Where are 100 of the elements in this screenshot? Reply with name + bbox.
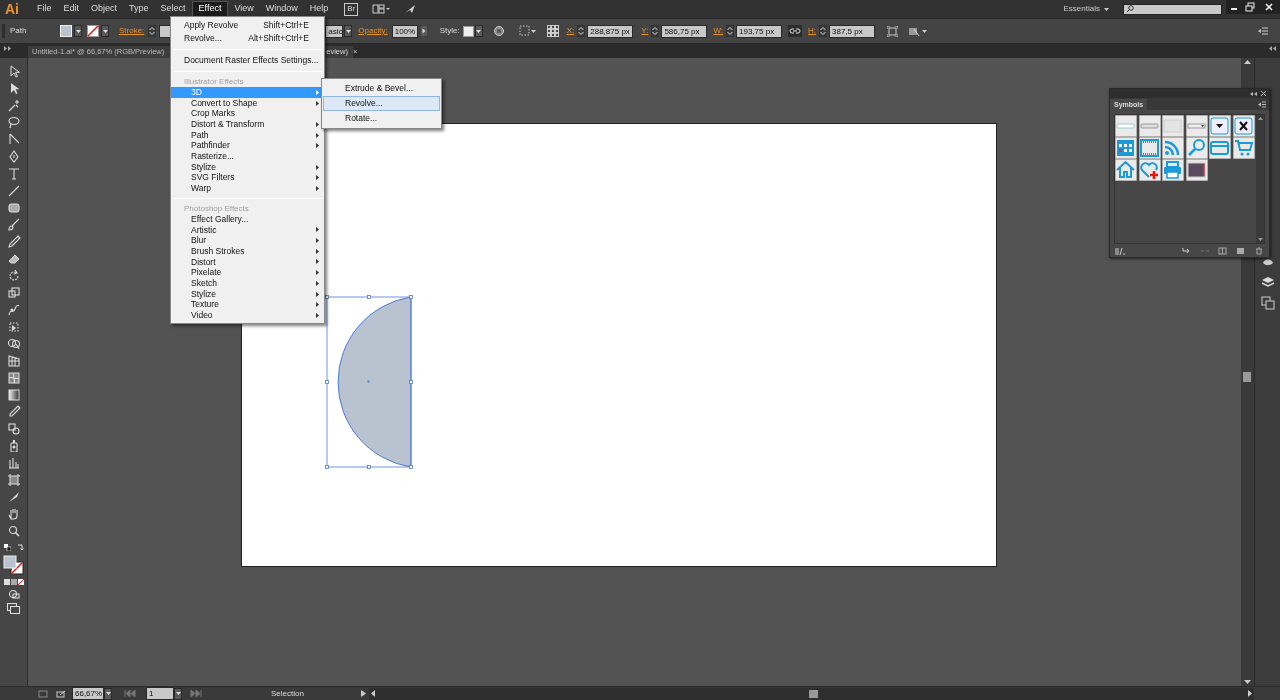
layers-icon[interactable] bbox=[1260, 275, 1275, 289]
shape-builder-icon[interactable] bbox=[6, 337, 21, 350]
y-label[interactable]: Y: bbox=[641, 25, 649, 37]
pen-icon[interactable] bbox=[6, 133, 21, 146]
minimize-icon[interactable] bbox=[1226, 0, 1242, 14]
panel-menu-icon[interactable] bbox=[1258, 27, 1268, 35]
dropdown-button[interactable] bbox=[344, 25, 353, 37]
artboard-nav-icon[interactable] bbox=[38, 689, 48, 698]
stroke-label[interactable]: Stroke: bbox=[119, 25, 145, 37]
menu-item[interactable]: Document Raster Effects Settings... bbox=[171, 54, 324, 67]
artboard-field[interactable]: 1 bbox=[146, 687, 174, 700]
rectangle-icon[interactable] bbox=[6, 201, 21, 214]
fill-swatch-icon[interactable] bbox=[60, 25, 72, 37]
dropdown-button[interactable] bbox=[104, 687, 112, 700]
stepper-icon[interactable] bbox=[726, 25, 735, 37]
menu-item[interactable]: Blur bbox=[171, 235, 324, 246]
status-menu-arrow-icon[interactable] bbox=[361, 690, 366, 697]
menu-item[interactable]: Revolve... bbox=[323, 96, 440, 111]
last-page-icon[interactable] bbox=[188, 690, 202, 697]
menu-item[interactable]: Brush Strokes bbox=[171, 245, 324, 257]
menu-item[interactable]: Distort & Transform bbox=[171, 119, 324, 130]
link-icon[interactable] bbox=[788, 25, 803, 37]
isolate-icon[interactable] bbox=[908, 25, 929, 37]
pencil-icon[interactable] bbox=[6, 235, 21, 248]
hand-icon[interactable] bbox=[6, 507, 21, 520]
menu-item[interactable]: Texture bbox=[171, 299, 324, 311]
menu-item[interactable]: Video bbox=[171, 310, 324, 321]
workspace-switcher[interactable]: Essentials bbox=[1063, 3, 1100, 15]
width-field[interactable]: 193,75 px bbox=[736, 24, 783, 38]
opacity-label[interactable]: Opacity: bbox=[358, 25, 388, 37]
menu-item[interactable]: Effect bbox=[191, 1, 229, 17]
menu-item[interactable]: Rotate... bbox=[323, 111, 440, 126]
place-arrow-icon[interactable] bbox=[1182, 246, 1192, 255]
menu-item[interactable]: Window bbox=[259, 1, 304, 17]
eraser-icon[interactable] bbox=[6, 252, 21, 265]
menu-item[interactable]: Revolve... Alt+Shift+Ctrl+E bbox=[171, 32, 324, 45]
zoom-field[interactable]: 66,67% bbox=[72, 687, 104, 700]
magnifier-icon[interactable] bbox=[1185, 137, 1208, 159]
stepper-icon[interactable] bbox=[577, 25, 586, 37]
transform-box-icon[interactable] bbox=[887, 25, 899, 37]
menu-item[interactable]: Rasterize... bbox=[171, 151, 324, 162]
x-field[interactable]: 288,875 px bbox=[587, 24, 634, 38]
rotate-icon[interactable] bbox=[6, 269, 21, 282]
library-icon[interactable] bbox=[1115, 246, 1125, 255]
height-field[interactable]: 387,5 px bbox=[829, 24, 876, 38]
collapse-icon[interactable] bbox=[1250, 91, 1257, 96]
bar-chart-icon[interactable] bbox=[6, 456, 21, 469]
zoom-icon[interactable] bbox=[6, 524, 21, 537]
arrow-button-icon[interactable] bbox=[419, 25, 428, 37]
dropdown-button[interactable] bbox=[101, 25, 109, 37]
free-transform-icon[interactable] bbox=[6, 320, 21, 333]
close-symbol-icon[interactable] bbox=[1232, 115, 1255, 137]
menu-item[interactable]: Path bbox=[171, 129, 324, 141]
lasso-icon[interactable] bbox=[6, 116, 21, 129]
artboards-icon[interactable] bbox=[1260, 296, 1275, 310]
style-swatch-icon[interactable] bbox=[462, 25, 474, 37]
y-field[interactable]: 586,75 px bbox=[661, 24, 708, 38]
restore-icon[interactable] bbox=[1242, 0, 1258, 14]
heart-plus-icon[interactable] bbox=[1138, 159, 1161, 181]
close-icon[interactable] bbox=[1261, 91, 1266, 96]
color-modes-icon[interactable] bbox=[3, 579, 24, 585]
stepper-icon[interactable] bbox=[819, 25, 828, 37]
share-icon[interactable] bbox=[56, 689, 66, 698]
menu-item[interactable]: Extrude & Bevel... bbox=[323, 81, 440, 96]
brush-icon[interactable] bbox=[6, 218, 21, 231]
new-symbol-icon[interactable] bbox=[1236, 246, 1246, 255]
dotted-square-icon[interactable] bbox=[518, 25, 537, 37]
search-field[interactable] bbox=[1123, 3, 1222, 15]
dropdown-symbol-icon[interactable] bbox=[1209, 115, 1231, 137]
menu-item[interactable]: Convert to Shape bbox=[171, 97, 324, 109]
swap-arrows-icon[interactable] bbox=[16, 544, 24, 551]
dropdown-button[interactable] bbox=[74, 25, 82, 37]
fill-stroke-icon[interactable] bbox=[2, 555, 25, 575]
mesh-icon[interactable] bbox=[6, 371, 21, 384]
film-icon[interactable] bbox=[1138, 137, 1161, 159]
bar-symbol-icon[interactable] bbox=[1138, 115, 1161, 137]
blend-icon[interactable] bbox=[6, 422, 21, 435]
close-icon[interactable] bbox=[1258, 0, 1280, 14]
eyedropper-icon[interactable] bbox=[6, 405, 21, 418]
stepper-icon[interactable] bbox=[651, 25, 660, 37]
artboard-icon[interactable] bbox=[6, 473, 21, 486]
menu-item[interactable]: Apply Revolve Shift+Ctrl+E bbox=[171, 19, 324, 32]
warp-icon[interactable] bbox=[6, 303, 21, 316]
dropdown-button[interactable] bbox=[474, 25, 483, 37]
dropdown-symbol-icon[interactable] bbox=[1185, 115, 1208, 137]
stroke-none-icon[interactable] bbox=[87, 25, 99, 37]
scroll-thumb[interactable] bbox=[1243, 372, 1251, 382]
horizontal-scrollbar[interactable] bbox=[369, 687, 1254, 700]
perspective-grid-icon[interactable] bbox=[6, 354, 21, 367]
menu-item[interactable]: Help bbox=[303, 1, 335, 17]
scale-icon[interactable] bbox=[6, 286, 21, 299]
swatch-symbol-icon[interactable] bbox=[1185, 159, 1208, 181]
layout-grid-icon[interactable] bbox=[372, 4, 391, 14]
options-icon[interactable] bbox=[1218, 246, 1228, 255]
screen-mode-icon[interactable] bbox=[7, 603, 20, 614]
menu-item[interactable]: File bbox=[31, 1, 58, 17]
menu-item[interactable]: Pathfinder bbox=[171, 140, 324, 152]
menu-item[interactable]: View bbox=[228, 1, 260, 17]
cart-icon[interactable] bbox=[1232, 137, 1255, 159]
brush-field[interactable]: asic bbox=[325, 24, 344, 38]
